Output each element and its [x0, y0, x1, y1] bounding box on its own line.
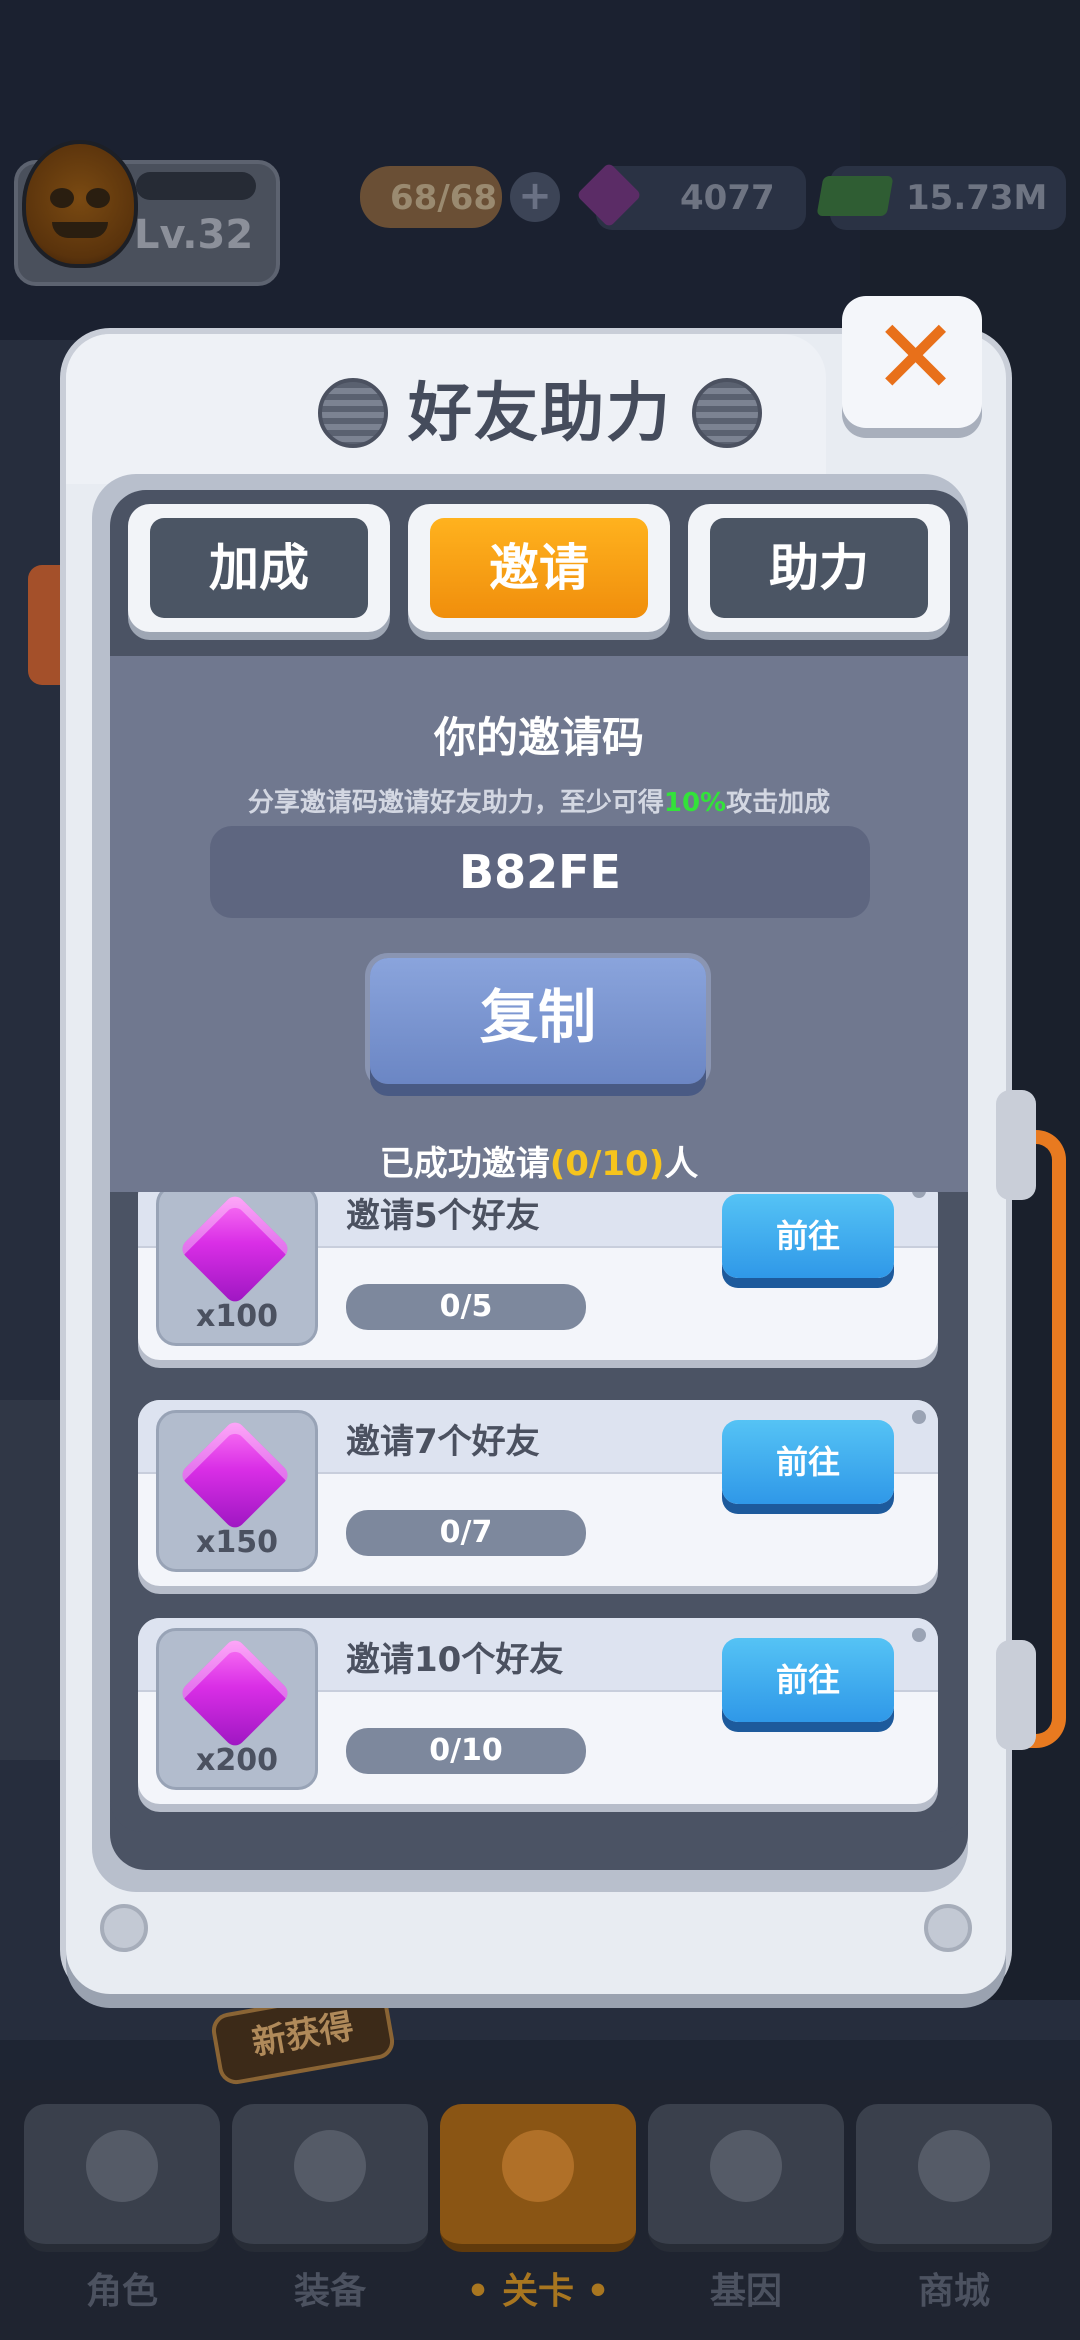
nav-equipment-button[interactable]: [232, 2104, 428, 2252]
reward-progress: 0/10: [346, 1728, 586, 1774]
tab-bonus[interactable]: 加成: [128, 504, 390, 632]
player-level: Lv.32: [134, 212, 254, 258]
close-button[interactable]: ✕: [842, 296, 982, 428]
rivet-icon: [100, 1904, 148, 1952]
copy-button[interactable]: 复制: [370, 958, 706, 1084]
title-right-ornament-icon: [692, 378, 762, 448]
map-pin-icon: [502, 2130, 574, 2202]
reward-card: x200 邀请10个好友 0/10 前往: [138, 1618, 938, 1804]
reward-quantity: x200: [196, 1743, 278, 1778]
tab-invite-label: 邀请: [430, 518, 648, 618]
gem-icon: [178, 1418, 292, 1532]
tab-bonus-label: 加成: [150, 518, 368, 618]
nav-shop-label: 商城: [917, 2271, 990, 2312]
reward-icon-box: x200: [156, 1628, 318, 1790]
gem-icon: [178, 1636, 292, 1750]
cash-value: 15.73M: [906, 178, 1048, 218]
gun-icon: [294, 2130, 366, 2202]
go-button[interactable]: 前往: [722, 1638, 894, 1722]
reward-card: x100 邀请5个好友 0/5 前往: [138, 1192, 938, 1360]
reward-progress: 0/7: [346, 1510, 586, 1556]
invite-code-field[interactable]: B82FE: [210, 826, 870, 918]
gem-value: 4077: [680, 178, 775, 218]
go-button[interactable]: 前往: [722, 1194, 894, 1278]
nav-shop-button[interactable]: [856, 2104, 1052, 2252]
reward-icon-box: x150: [156, 1410, 318, 1572]
add-energy-button[interactable]: +: [510, 172, 560, 222]
xp-bar: [136, 172, 256, 200]
reward-list[interactable]: x100 邀请5个好友 0/5 前往 x150 邀请7个好友 0/7 前往 x2…: [110, 1192, 968, 1832]
skull-icon: [86, 2130, 158, 2202]
reward-quantity: x100: [196, 1299, 278, 1334]
reward-icon-box: x100: [156, 1192, 318, 1346]
reward-progress: 0/5: [346, 1284, 586, 1330]
nav-stage-label: • 关卡 •: [466, 2271, 610, 2312]
invited-count-text: 已成功邀请(0/10)人: [379, 1144, 699, 1184]
tab-assist[interactable]: 助力: [688, 504, 950, 632]
nav-gene-label: 基因: [709, 2271, 782, 2312]
close-icon: ✕: [872, 296, 960, 418]
handle-cap-bottom: [996, 1640, 1036, 1750]
go-button[interactable]: 前往: [722, 1420, 894, 1504]
nav-role-button[interactable]: [24, 2104, 220, 2252]
reward-title: 邀请10个好友: [346, 1640, 564, 1680]
reward-title: 邀请5个好友: [346, 1196, 540, 1236]
reward-card: x150 邀请7个好友 0/7 前往: [138, 1400, 938, 1586]
hexagon-icon: [710, 2130, 782, 2202]
nav-equipment-label: 装备: [293, 2271, 366, 2312]
title-left-ornament-icon: [318, 378, 388, 448]
side-tab[interactable]: [28, 565, 68, 685]
nav-role-label: 角色: [85, 2271, 158, 2312]
gem-icon: [178, 1192, 292, 1306]
reward-quantity: x150: [196, 1525, 278, 1560]
tab-assist-label: 助力: [710, 518, 928, 618]
pumpkin-avatar-icon[interactable]: [22, 140, 138, 268]
rivet-icon: [924, 1904, 972, 1952]
shop-icon: [918, 2130, 990, 2202]
tab-invite[interactable]: 邀请: [408, 504, 670, 632]
reward-title: 邀请7个好友: [346, 1422, 540, 1462]
nav-stage-button[interactable]: [440, 2104, 636, 2252]
nav-gene-button[interactable]: [648, 2104, 844, 2252]
energy-value: 68/68: [390, 178, 498, 218]
invite-description: 分享邀请码邀请好友助力，至少可得10%攻击加成: [247, 788, 831, 818]
modal-title: 好友助力: [408, 377, 672, 451]
cash-icon: [816, 176, 894, 216]
invite-code-title: 你的邀请码: [433, 713, 644, 762]
handle-cap-top: [996, 1090, 1036, 1200]
